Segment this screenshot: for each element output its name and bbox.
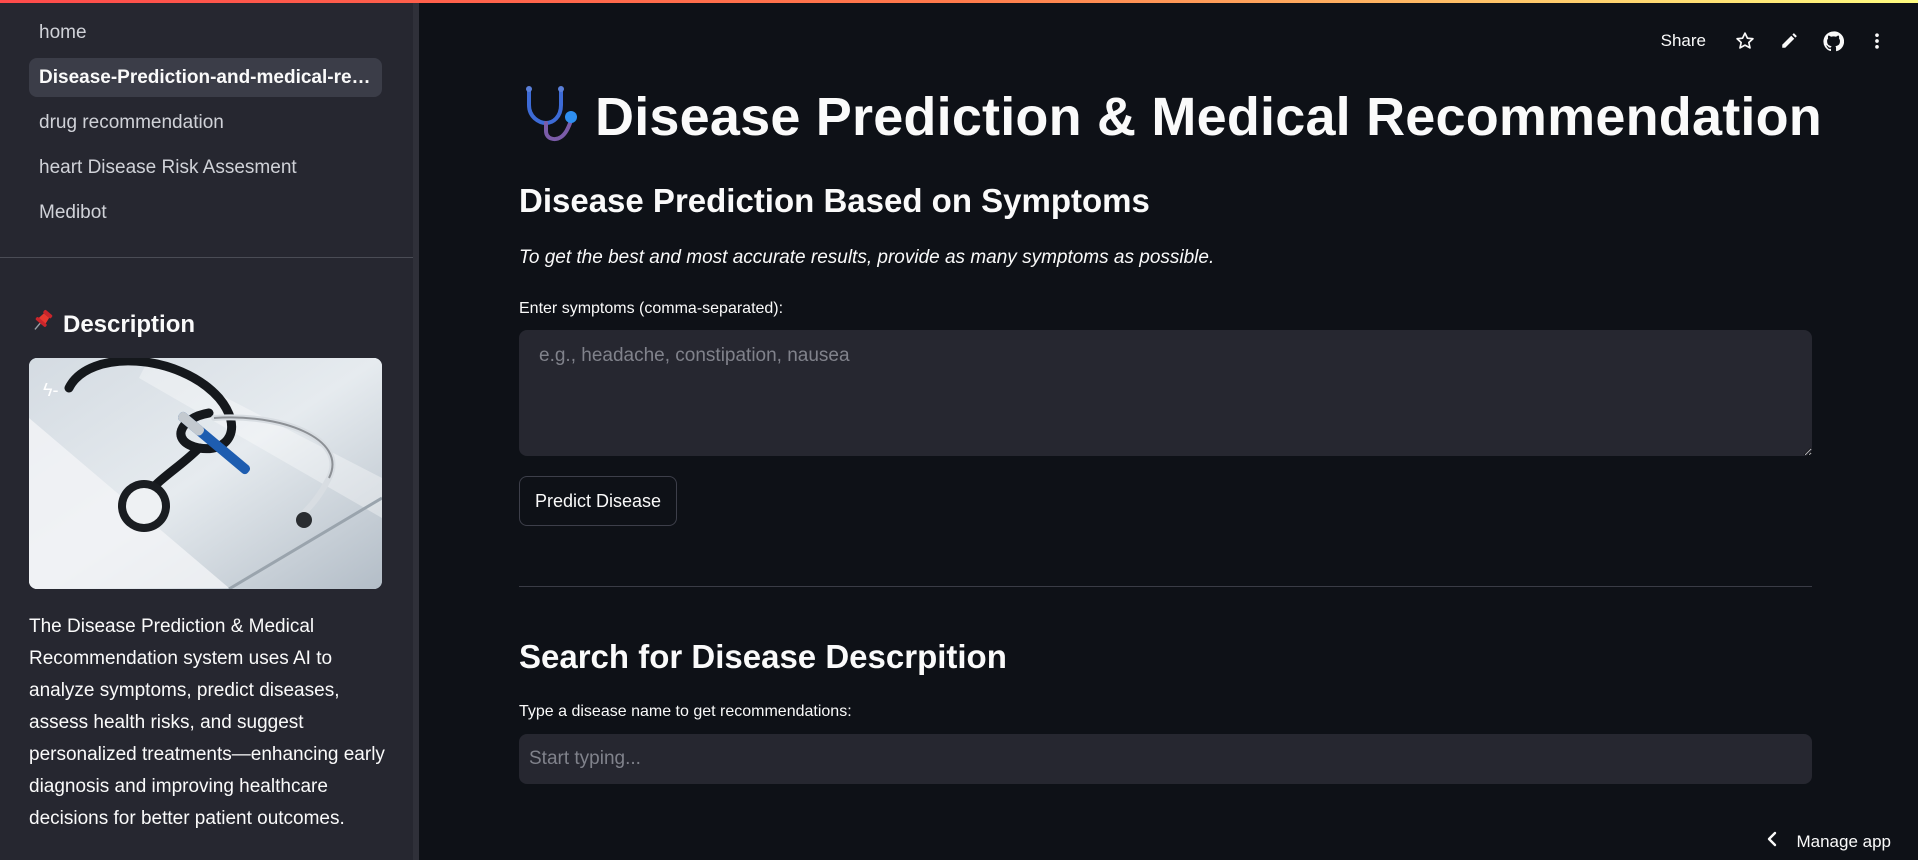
predict-disease-button[interactable]: Predict Disease [519,476,678,526]
sidebar-item-label: Disease-Prediction-and-medical-recommend… [39,66,372,88]
chevron-left-icon [1766,831,1778,852]
sidebar-item-drug-recommendation[interactable]: drug recommendation [29,103,382,142]
manage-app-label: Manage app [1796,831,1891,851]
section-divider [519,586,1812,587]
symptoms-label: Enter symptoms (comma-separated): [519,300,784,317]
page-title: Disease Prediction & Medical Recommendat… [595,86,1822,147]
stethoscope-icon [519,83,581,150]
symptoms-section-heading: Disease Prediction Based on Symptoms [519,182,1150,219]
sidebar-item-disease-prediction[interactable]: Disease-Prediction-and-medical-recommend… [29,58,382,97]
sidebar-item-label: Medibot [39,201,107,223]
search-section-heading: Search for Disease Descrpition [519,638,1007,675]
sidebar: home Disease-Prediction-and-medical-reco… [0,0,419,860]
share-button[interactable]: Share [1661,31,1706,51]
more-vertical-icon[interactable] [1866,30,1888,52]
manage-app-button[interactable]: Manage app [1766,831,1891,852]
sidebar-nav: home Disease-Prediction-and-medical-reco… [29,13,382,238]
symptoms-textarea[interactable] [519,330,1812,456]
sidebar-item-medibot[interactable]: Medibot [29,193,382,232]
main-content: Share Disease Prediction & Medical Recom… [419,0,1918,860]
sidebar-divider [0,257,413,258]
search-label: Type a disease name to get recommendatio… [519,703,852,720]
sidebar-item-label: heart Disease Risk Assesment [39,156,297,178]
sidebar-item-heart-disease[interactable]: heart Disease Risk Assesment [29,148,382,187]
github-icon[interactable] [1822,30,1844,52]
sidebar-item-home[interactable]: home [29,13,382,52]
app-toolbar: Share [1661,30,1888,52]
description-text: The Disease Prediction & Medical Recomme… [29,616,385,829]
sidebar-item-label: home [39,21,87,43]
description-heading-text: Description [63,310,196,338]
stethoscope-image: ϟ- [29,358,382,589]
description-heading: Description [29,308,195,341]
top-accent-bar [0,0,1918,3]
disease-search-input[interactable] [519,734,1812,784]
symptoms-hint: To get the best and most accurate result… [519,247,1215,268]
pencil-icon[interactable] [1778,30,1800,52]
page-title-row: Disease Prediction & Medical Recommendat… [519,83,1822,150]
svg-text:ϟ-: ϟ- [43,380,59,400]
sidebar-item-label: drug recommendation [39,111,224,133]
pushpin-icon [29,308,55,341]
star-icon[interactable] [1734,30,1756,52]
